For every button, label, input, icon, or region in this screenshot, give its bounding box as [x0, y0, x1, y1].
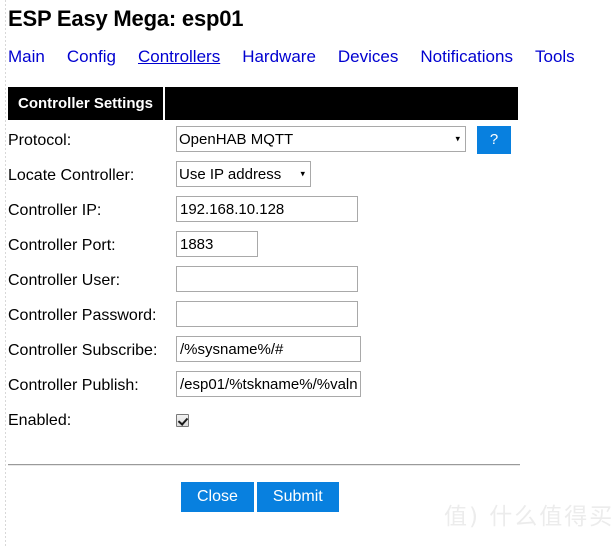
page-root: ESP Easy Mega: esp01 Main Config Controlle… [0, 0, 615, 546]
controller-user-input[interactable] [176, 266, 358, 292]
nav-item-controllers[interactable]: Controllers [138, 47, 220, 67]
nav-item-tools[interactable]: Tools [535, 47, 575, 67]
page-edge-artifact [5, 0, 6, 546]
locate-controller-label: Locate Controller: [8, 167, 135, 184]
page-title: ESP Easy Mega: esp01 [8, 6, 244, 31]
controller-subscribe-label: Controller Subscribe: [8, 342, 158, 359]
section-header-title: Controller Settings [8, 87, 166, 120]
controller-subscribe-input[interactable] [176, 336, 361, 362]
controller-publish-field [176, 371, 361, 397]
form-row-locate-controller: Locate Controller: Use IP address ▾ [0, 161, 615, 196]
form-row-controller-publish: Controller Publish: [0, 371, 615, 406]
controller-ip-input[interactable] [176, 196, 358, 222]
controller-port-input[interactable] [176, 231, 258, 257]
protocol-label: Protocol: [8, 132, 72, 149]
nav-item-hardware[interactable]: Hardware [242, 47, 316, 67]
form-row-controller-subscribe: Controller Subscribe: [0, 336, 615, 371]
form-actions: Close Submit [181, 482, 339, 512]
form-row-controller-ip: Controller IP: [0, 196, 615, 231]
form-row-controller-user: Controller User: [0, 266, 615, 301]
controller-publish-label: Controller Publish: [8, 377, 139, 394]
controller-publish-input[interactable] [176, 371, 361, 397]
controller-settings-form: Protocol: OpenHAB MQTT ▾ ? Locate Contro… [0, 126, 615, 441]
main-navigation: Main Config Controllers Hardware Devices Noti… [8, 47, 575, 71]
controller-password-label: Controller Password: [8, 307, 157, 324]
controller-password-field [176, 301, 358, 327]
watermark: 值) 什么值得买 [444, 504, 615, 530]
enabled-checkbox[interactable] [176, 414, 189, 428]
locate-controller-field: Use IP address ▾ [176, 161, 311, 187]
close-button[interactable]: Close [181, 482, 254, 512]
controller-ip-field [176, 196, 358, 222]
section-header-filler [165, 87, 518, 120]
enabled-field [176, 412, 189, 430]
form-row-controller-password: Controller Password: [0, 301, 615, 336]
nav-item-config[interactable]: Config [67, 47, 116, 67]
nav-item-main[interactable]: Main [8, 47, 45, 67]
submit-button[interactable]: Submit [256, 482, 339, 512]
controller-password-input[interactable] [176, 301, 358, 327]
form-row-protocol: Protocol: OpenHAB MQTT ▾ ? [0, 126, 615, 161]
controller-user-label: Controller User: [8, 272, 121, 289]
form-divider [8, 464, 520, 466]
controller-port-label: Controller Port: [8, 237, 116, 254]
protocol-select[interactable]: OpenHAB MQTT [176, 126, 466, 152]
nav-item-devices[interactable]: Devices [338, 47, 398, 67]
controller-subscribe-field [176, 336, 361, 362]
form-row-enabled: Enabled: [0, 406, 615, 441]
enabled-label: Enabled: [8, 412, 72, 429]
nav-item-notifications[interactable]: Notifications [420, 47, 513, 67]
form-row-controller-port: Controller Port: [0, 231, 615, 266]
controller-port-field [176, 231, 258, 257]
help-button[interactable]: ? [477, 126, 511, 154]
protocol-select-wrap: OpenHAB MQTT ▾ [176, 126, 466, 152]
controller-ip-label: Controller IP: [8, 202, 102, 219]
protocol-field: OpenHAB MQTT ▾ [176, 126, 466, 152]
locate-controller-select[interactable]: Use IP address [176, 161, 311, 187]
locate-controller-select-wrap: Use IP address ▾ [176, 161, 311, 187]
section-header-bar: Controller Settings [8, 87, 518, 120]
controller-user-field [176, 266, 358, 292]
